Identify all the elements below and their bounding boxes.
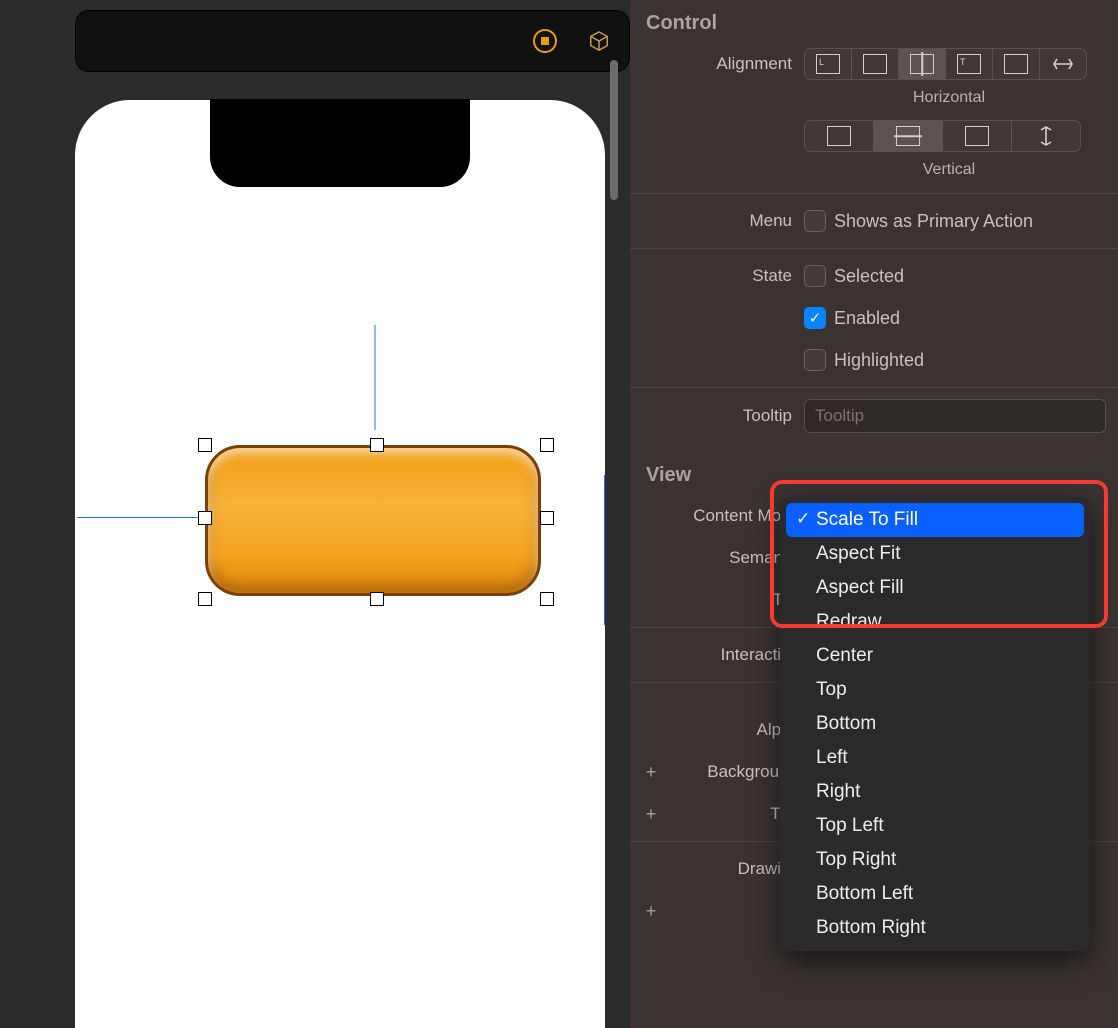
- content-mode-option-label: Bottom: [816, 713, 876, 734]
- content-mode-option-label: Left: [816, 747, 848, 768]
- alignment-horizontal-segmented[interactable]: L T: [804, 48, 1087, 80]
- menu-label: Menu: [642, 211, 804, 231]
- content-mode-option[interactable]: Right: [780, 775, 1090, 809]
- tooltip-label: Tooltip: [642, 406, 804, 426]
- content-mode-option[interactable]: Bottom: [780, 707, 1090, 741]
- canvas-area[interactable]: [0, 0, 630, 1028]
- content-mode-option[interactable]: Bottom Right: [780, 911, 1090, 945]
- check-icon: ✓: [796, 509, 810, 529]
- vertical-scrollbar[interactable]: [610, 60, 618, 200]
- align-center-icon[interactable]: [899, 49, 946, 79]
- align-trailing-icon[interactable]: T: [946, 49, 993, 79]
- state-label: State: [642, 266, 804, 286]
- resize-handle[interactable]: [540, 592, 554, 606]
- align-fill-icon[interactable]: [993, 49, 1040, 79]
- content-mode-option-label: Aspect Fit: [816, 543, 900, 564]
- content-mode-option-label: Bottom Left: [816, 883, 913, 904]
- content-mode-option-label: Center: [816, 645, 873, 666]
- state-enabled-checkbox[interactable]: [804, 307, 826, 329]
- add-background-button[interactable]: +: [642, 762, 660, 783]
- content-mode-dropdown[interactable]: ✓ Scale To Fill Aspect Fit Aspect Fill Redra…: [780, 497, 1090, 951]
- valign-top-icon[interactable]: [805, 121, 874, 151]
- resize-handle[interactable]: [198, 511, 212, 525]
- content-mode-option-label: Redraw: [816, 611, 881, 632]
- resize-handle[interactable]: [370, 438, 384, 452]
- content-mode-option[interactable]: Center: [780, 639, 1090, 673]
- alignment-label: Alignment: [642, 54, 804, 74]
- section-title-view: View: [630, 452, 1118, 495]
- horizontal-sublabel: Horizontal: [630, 89, 1118, 107]
- canvas-toolbar: [75, 10, 630, 72]
- content-mode-option[interactable]: Redraw: [780, 605, 1090, 639]
- button-graphic[interactable]: [205, 445, 541, 596]
- resize-handle[interactable]: [540, 511, 554, 525]
- device-preview[interactable]: [75, 100, 605, 1028]
- content-mode-option[interactable]: Top Left: [780, 809, 1090, 843]
- state-highlighted-label: Highlighted: [834, 350, 924, 371]
- content-mode-option-label: Bottom Right: [816, 917, 926, 938]
- device-notch: [210, 99, 470, 187]
- content-mode-option[interactable]: Top Right: [780, 843, 1090, 877]
- constraint-line-left: [77, 517, 205, 518]
- menu-primary-label: Shows as Primary Action: [834, 211, 1033, 232]
- align-left-icon[interactable]: L: [805, 49, 852, 79]
- constraint-line-right: [604, 475, 605, 625]
- section-title-control: Control: [630, 0, 1118, 43]
- state-highlighted-checkbox[interactable]: [804, 349, 826, 371]
- stop-preview-icon[interactable]: [533, 29, 557, 53]
- constraint-line-top: [375, 325, 376, 430]
- content-mode-option-label: Top: [816, 679, 847, 700]
- resize-handle[interactable]: [198, 438, 212, 452]
- valign-fill-icon[interactable]: [1012, 121, 1080, 151]
- add-tint-button[interactable]: +: [642, 804, 660, 825]
- state-selected-label: Selected: [834, 266, 904, 287]
- alignment-vertical-segmented[interactable]: [804, 120, 1081, 152]
- app-root: Control Alignment L T Horizontal: [0, 0, 1118, 1028]
- content-mode-option[interactable]: Bottom Left: [780, 877, 1090, 911]
- resize-handle[interactable]: [370, 592, 384, 606]
- content-mode-option[interactable]: Top: [780, 673, 1090, 707]
- state-enabled-label: Enabled: [834, 308, 900, 329]
- content-mode-option-label: Scale To Fill: [816, 509, 918, 530]
- content-mode-option[interactable]: Aspect Fill: [780, 571, 1090, 605]
- valign-bottom-icon[interactable]: [943, 121, 1012, 151]
- add-drawing-button[interactable]: +: [642, 901, 660, 922]
- state-selected-checkbox[interactable]: [804, 265, 826, 287]
- menu-primary-checkbox[interactable]: [804, 210, 826, 232]
- tooltip-input[interactable]: [804, 399, 1106, 433]
- content-mode-option[interactable]: ✓ Scale To Fill: [786, 503, 1084, 537]
- content-mode-option-label: Aspect Fill: [816, 577, 904, 598]
- align-leading-icon[interactable]: [852, 49, 899, 79]
- 3d-cube-icon[interactable]: [587, 29, 611, 53]
- content-mode-option-label: Top Right: [816, 849, 896, 870]
- content-mode-option-label: Right: [816, 781, 860, 802]
- resize-handle[interactable]: [198, 592, 212, 606]
- content-mode-option-label: Top Left: [816, 815, 884, 836]
- align-justify-icon[interactable]: [1040, 49, 1086, 79]
- selected-element[interactable]: [205, 345, 545, 596]
- content-mode-option[interactable]: Aspect Fit: [780, 537, 1090, 571]
- valign-center-icon[interactable]: [874, 121, 943, 151]
- resize-handle[interactable]: [540, 438, 554, 452]
- vertical-sublabel: Vertical: [630, 161, 1118, 179]
- content-mode-option[interactable]: Left: [780, 741, 1090, 775]
